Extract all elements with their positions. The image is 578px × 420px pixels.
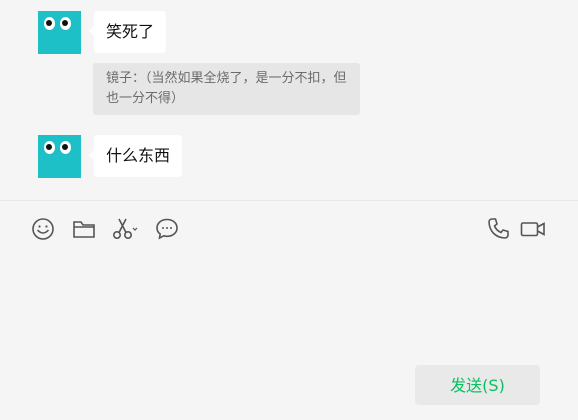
phone-icon[interactable]	[485, 216, 511, 242]
avatar[interactable]	[38, 135, 81, 178]
emoji-icon[interactable]	[30, 216, 56, 242]
quoted-message[interactable]: 镜子：（当然如果全烧了，是一分不扣，但也一分不得）	[93, 63, 360, 115]
chat-history: 笑死了 镜子：（当然如果全烧了，是一分不扣，但也一分不得） 什么东西	[0, 0, 578, 200]
avatar-eye-right	[60, 141, 71, 154]
scissors-icon[interactable]	[111, 216, 141, 242]
message-input[interactable]	[0, 252, 578, 352]
message-bubble[interactable]: 什么东西	[88, 135, 183, 177]
send-button[interactable]: 发送(S)	[415, 365, 540, 405]
avatar-eye-left	[44, 17, 55, 30]
message-text: 什么东西	[106, 146, 171, 165]
avatar-eye-right	[60, 17, 71, 30]
video-icon[interactable]	[519, 216, 547, 242]
avatar[interactable]	[38, 11, 81, 54]
message-bubble[interactable]: 笑死了	[88, 11, 167, 53]
chat-bubble-icon[interactable]	[154, 216, 180, 242]
avatar-eye-left	[44, 141, 55, 154]
folder-icon[interactable]	[71, 216, 97, 242]
message-text: 笑死了	[106, 22, 155, 41]
divider	[0, 200, 578, 201]
quoted-text: 镜子：（当然如果全烧了，是一分不扣，但也一分不得）	[106, 71, 347, 106]
